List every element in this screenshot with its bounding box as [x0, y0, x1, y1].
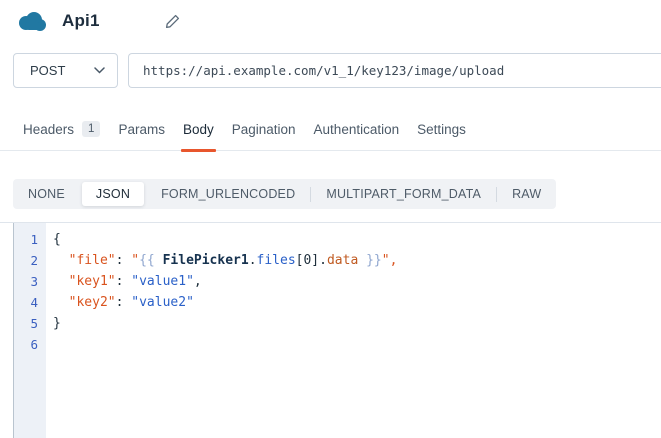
page-title: Api1 — [62, 11, 100, 31]
code-token: "key2" — [69, 295, 116, 310]
tab-label: Headers — [23, 122, 74, 137]
gutter: 123456 — [13, 223, 46, 438]
code-token: : — [116, 253, 132, 268]
body-type-segmented-control: NONE JSON FORM_URLENCODED MULTIPART_FORM… — [13, 179, 556, 209]
code-token: : — [116, 295, 132, 310]
tab-label: Params — [118, 122, 165, 137]
code-token: {{ — [139, 253, 162, 268]
request-row: POST https://api.example.com/v1_1/key123… — [13, 53, 661, 88]
code-token: [0]. — [296, 253, 327, 268]
code-token: "value1" — [131, 274, 194, 289]
code-token: FilePicker1 — [163, 253, 249, 268]
code-line[interactable]: "key1": "value1", — [53, 271, 661, 292]
tab-label: Pagination — [232, 122, 296, 137]
url-input[interactable]: https://api.example.com/v1_1/key123/imag… — [128, 53, 661, 88]
line-number: 5 — [14, 313, 38, 334]
code-token — [53, 295, 69, 310]
cloud-icon — [16, 10, 48, 32]
edit-pencil-icon[interactable] — [164, 13, 181, 30]
body-type-raw[interactable]: RAW — [497, 187, 556, 201]
code-token: : — [116, 274, 132, 289]
chevron-down-icon — [94, 67, 105, 74]
tab-params[interactable]: Params — [118, 122, 165, 150]
request-tabs: Headers 1 Params Body Pagination Authent… — [0, 121, 661, 151]
code-token: "file" — [69, 253, 116, 268]
headers-count-badge: 1 — [82, 121, 100, 137]
code-token: " — [131, 253, 139, 268]
code-line[interactable]: { — [53, 229, 661, 250]
tab-authentication[interactable]: Authentication — [314, 122, 400, 150]
tab-body[interactable]: Body — [183, 122, 214, 150]
code-line[interactable] — [53, 334, 661, 355]
body-type-form-urlencoded[interactable]: FORM_URLENCODED — [146, 187, 310, 201]
code-token — [53, 274, 69, 289]
code-token: data — [327, 253, 358, 268]
code-token: files — [257, 253, 296, 268]
code-line[interactable]: } — [53, 313, 661, 334]
code-line[interactable]: "key2": "value2" — [53, 292, 661, 313]
tab-settings[interactable]: Settings — [417, 122, 466, 150]
code-token: ", — [382, 253, 398, 268]
code-token — [53, 253, 69, 268]
code-line[interactable]: "file": "{{ FilePicker1.files[0].data }}… — [53, 250, 661, 271]
line-number: 1 — [14, 229, 38, 250]
code-token: } — [53, 316, 61, 331]
line-number: 6 — [14, 334, 38, 355]
body-type-multipart-form-data[interactable]: MULTIPART_FORM_DATA — [311, 187, 496, 201]
body-type-bar: NONE JSON FORM_URLENCODED MULTIPART_FORM… — [13, 179, 661, 209]
code-token: { — [53, 232, 61, 247]
code-token: "key1" — [69, 274, 116, 289]
tab-label: Settings — [417, 122, 466, 137]
line-number: 4 — [14, 292, 38, 313]
code-token: , — [194, 274, 202, 289]
code-token: . — [249, 253, 257, 268]
code-lines[interactable]: { "file": "{{ FilePicker1.files[0].data … — [46, 223, 661, 438]
method-select[interactable]: POST — [13, 53, 118, 88]
api-editor-pane: Api1 POST https://api.example.com/v1_1/k… — [0, 0, 661, 438]
code-token: "value2" — [131, 295, 194, 310]
code-token: }} — [358, 253, 381, 268]
line-number: 2 — [14, 250, 38, 271]
tab-pagination[interactable]: Pagination — [232, 122, 296, 150]
tab-headers[interactable]: Headers 1 — [23, 121, 100, 150]
header: Api1 — [16, 9, 661, 33]
line-number: 3 — [14, 271, 38, 292]
body-type-json[interactable]: JSON — [82, 182, 144, 206]
body-type-none[interactable]: NONE — [13, 187, 80, 201]
method-value: POST — [30, 63, 94, 78]
tab-label: Body — [183, 122, 214, 137]
tab-label: Authentication — [314, 122, 400, 137]
json-body-editor[interactable]: 123456 { "file": "{{ FilePicker1.files[0… — [0, 222, 661, 438]
